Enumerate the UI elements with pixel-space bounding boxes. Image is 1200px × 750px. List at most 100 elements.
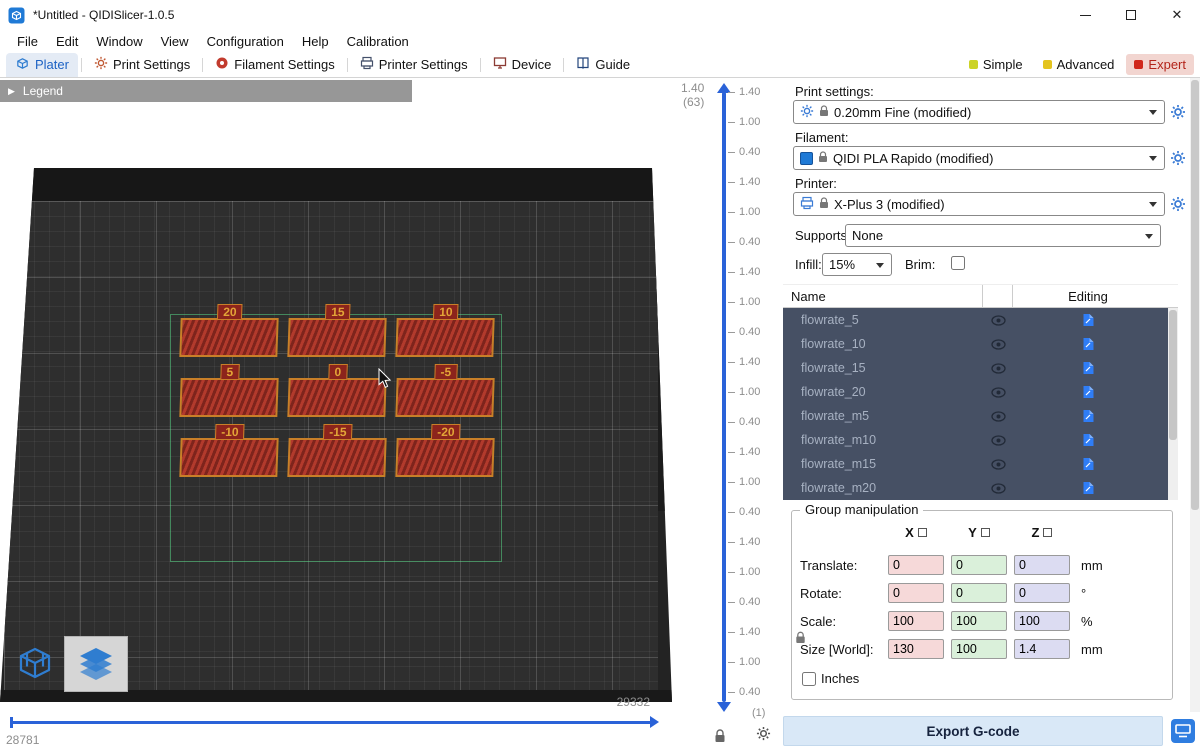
edit-layers-icon[interactable]	[1013, 385, 1163, 399]
object-row[interactable]: flowrate_15	[783, 356, 1178, 380]
sidebar-scrollbar[interactable]	[1190, 78, 1200, 712]
eye-icon[interactable]	[983, 411, 1013, 422]
supports-combo[interactable]: None	[845, 224, 1161, 247]
eye-icon[interactable]	[983, 435, 1013, 446]
legend-bar[interactable]: ▶ Legend	[0, 80, 412, 102]
eye-icon[interactable]	[983, 483, 1013, 494]
tab-filament-settings[interactable]: Filament Settings	[206, 53, 343, 76]
z-value-field[interactable]	[1014, 611, 1070, 631]
eye-icon[interactable]	[983, 315, 1013, 326]
send-to-printer-icon[interactable]	[1170, 718, 1196, 747]
tab-guide[interactable]: Guide	[567, 53, 639, 76]
layer-slider-lower-handle[interactable]	[717, 702, 731, 712]
x-value-field[interactable]	[888, 639, 944, 659]
editor-view-button[interactable]	[8, 634, 62, 692]
object-list-scrollbar-thumb[interactable]	[1169, 310, 1177, 440]
brim-checkbox[interactable]	[951, 256, 965, 270]
preview-view-button[interactable]	[64, 636, 128, 692]
eye-icon[interactable]	[983, 387, 1013, 398]
mode-simple[interactable]: Simple	[961, 54, 1031, 75]
object-name[interactable]: flowrate_m10	[783, 433, 983, 447]
tab-print-settings[interactable]: Print Settings	[85, 53, 199, 76]
object-row[interactable]: flowrate_5	[783, 308, 1178, 332]
edit-layers-icon[interactable]	[1013, 409, 1163, 423]
flowrate-patch[interactable]: 15	[287, 318, 386, 357]
minimize-button[interactable]	[1062, 0, 1108, 30]
edit-layers-icon[interactable]	[1013, 433, 1163, 447]
visibility-column-header[interactable]	[983, 285, 1013, 307]
printer-combo[interactable]: X-Plus 3 (modified)	[793, 192, 1165, 216]
object-row[interactable]: flowrate_m10	[783, 428, 1178, 452]
edit-layers-icon[interactable]	[1013, 337, 1163, 351]
export-gcode-button[interactable]: Export G-code	[783, 716, 1163, 746]
flowrate-patch[interactable]: 20	[179, 318, 278, 357]
object-row[interactable]: flowrate_m5	[783, 404, 1178, 428]
eye-icon[interactable]	[983, 363, 1013, 374]
layer-slider-track[interactable]	[722, 92, 726, 702]
object-row[interactable]: flowrate_m20	[783, 476, 1178, 500]
edit-layers-icon[interactable]	[1013, 457, 1163, 471]
y-value-field[interactable]	[951, 555, 1007, 575]
print-settings-combo[interactable]: 0.20mm Fine (modified)	[793, 100, 1165, 124]
object-list-scrollbar[interactable]	[1168, 308, 1178, 500]
z-value-field[interactable]	[1014, 555, 1070, 575]
flowrate-patch[interactable]: 5	[179, 378, 278, 417]
x-value-field[interactable]	[888, 583, 944, 603]
edit-layers-icon[interactable]	[1013, 481, 1163, 495]
edit-layers-icon[interactable]	[1013, 313, 1163, 327]
flowrate-patch[interactable]: -20	[395, 438, 494, 477]
menu-item[interactable]: Window	[87, 32, 151, 51]
axis-box-icon[interactable]	[981, 528, 990, 537]
layer-slider-lock-icon[interactable]	[714, 729, 726, 746]
flowrate-patch[interactable]: 0	[287, 378, 386, 417]
print-settings-gear-button[interactable]	[1169, 103, 1187, 121]
object-row[interactable]: flowrate_20	[783, 380, 1178, 404]
name-column-header[interactable]: Name	[783, 285, 983, 307]
object-name[interactable]: flowrate_10	[783, 337, 983, 351]
flowrate-patch[interactable]: -15	[287, 438, 386, 477]
menu-item[interactable]: File	[8, 32, 47, 51]
eye-icon[interactable]	[983, 459, 1013, 470]
printer-gear-button[interactable]	[1169, 195, 1187, 213]
tab-printer-settings[interactable]: Printer Settings	[351, 53, 477, 76]
menu-item[interactable]: Configuration	[198, 32, 293, 51]
axis-box-icon[interactable]	[918, 528, 927, 537]
eye-icon[interactable]	[983, 339, 1013, 350]
object-name[interactable]: flowrate_m5	[783, 409, 983, 423]
x-value-field[interactable]	[888, 611, 944, 631]
y-value-field[interactable]	[951, 611, 1007, 631]
menu-item[interactable]: Edit	[47, 32, 87, 51]
inches-checkbox[interactable]	[802, 672, 816, 686]
z-value-field[interactable]	[1014, 639, 1070, 659]
object-name[interactable]: flowrate_5	[783, 313, 983, 327]
horizontal-move-slider[interactable]	[10, 721, 652, 724]
layer-slider-gear-icon[interactable]	[756, 726, 771, 744]
y-value-field[interactable]	[951, 583, 1007, 603]
filament-gear-button[interactable]	[1169, 149, 1187, 167]
object-name[interactable]: flowrate_20	[783, 385, 983, 399]
object-name[interactable]: flowrate_m15	[783, 457, 983, 471]
3d-viewport[interactable]: 20 15 10 5 0 -5	[0, 78, 672, 750]
flowrate-patch[interactable]: -10	[179, 438, 278, 477]
x-value-field[interactable]	[888, 555, 944, 575]
z-value-field[interactable]	[1014, 583, 1070, 603]
axis-box-icon[interactable]	[1043, 528, 1052, 537]
tab-device[interactable]: Device	[484, 53, 561, 76]
sidebar-scrollbar-thumb[interactable]	[1191, 80, 1199, 510]
close-button[interactable]: ✕	[1154, 0, 1200, 30]
mode-expert[interactable]: Expert	[1126, 54, 1194, 75]
editing-column-header[interactable]: Editing	[1013, 285, 1163, 307]
menu-item[interactable]: Calibration	[338, 32, 418, 51]
flowrate-patch[interactable]: -5	[395, 378, 494, 417]
flowrate-patch[interactable]: 10	[395, 318, 494, 357]
hslider-right-arrow-icon[interactable]	[650, 716, 659, 728]
object-row[interactable]: flowrate_10	[783, 332, 1178, 356]
menu-item[interactable]: View	[152, 32, 198, 51]
tab-plater[interactable]: Plater	[6, 53, 78, 77]
edit-layers-icon[interactable]	[1013, 361, 1163, 375]
uniform-scale-lock-icon[interactable]	[795, 631, 806, 647]
filament-combo[interactable]: QIDI PLA Rapido (modified)	[793, 146, 1165, 170]
maximize-button[interactable]	[1108, 0, 1154, 30]
object-name[interactable]: flowrate_15	[783, 361, 983, 375]
mode-advanced[interactable]: Advanced	[1035, 54, 1123, 75]
